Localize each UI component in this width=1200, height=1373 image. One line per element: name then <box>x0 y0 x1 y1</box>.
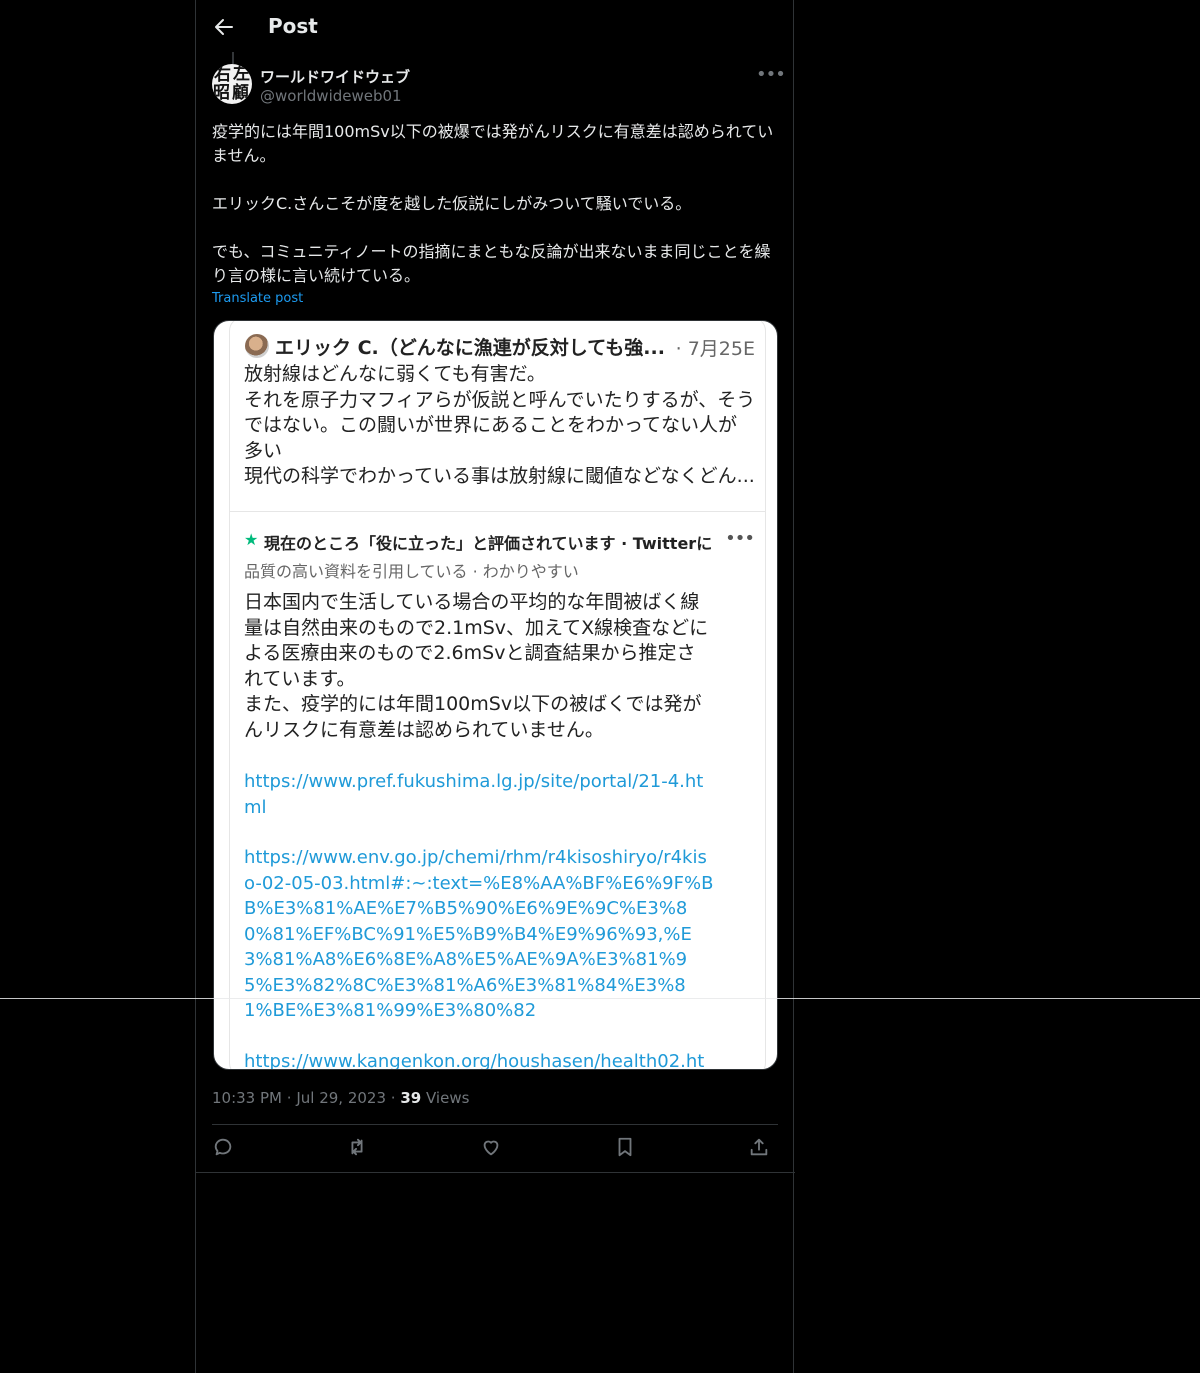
quoted-line: 放射線はどんなに弱くても有害だ。 <box>244 363 546 385</box>
note-link: https://www.env.go.jp/chemi/rhm/r4kisosh… <box>244 847 714 1021</box>
quoted-text: 放射線はどんなに弱くても有害だ。 それを原子力マフィアらが仮説と呼んでいたりする… <box>244 362 756 490</box>
note-links: https://www.pref.fukushima.lg.jp/site/po… <box>244 769 714 1070</box>
note-link: https://www.pref.fukushima.lg.jp/site/po… <box>244 771 704 818</box>
author-name[interactable]: ワールドワイドウェブ <box>260 66 410 87</box>
post-time[interactable]: 10:33 PM <box>212 1089 282 1107</box>
meta-separator: · <box>286 1089 292 1107</box>
main-column: Post 右 左 昭 顧 ワールドワイドウェブ @worldwideweb01 … <box>195 0 795 1373</box>
more-options-icon[interactable]: ••• <box>756 64 786 86</box>
reply-icon[interactable] <box>212 1136 238 1162</box>
bookmark-icon[interactable] <box>614 1136 640 1162</box>
note-status: 現在のところ「役に立った」と評価されています · Twitterに <box>264 534 713 553</box>
author-handle[interactable]: @worldwideweb01 <box>260 87 402 105</box>
post-text: 疫学的には年間100mSv以下の被爆では発がんリスクに有意差は認められていません… <box>212 120 778 288</box>
attached-image[interactable]: エリック C.（どんなに漁連が反対しても強... · 7月25E 放射線はどんな… <box>213 320 778 1070</box>
post-paragraph: 疫学的には年間100mSv以下の被爆では発がんリスクに有意差は認められていません… <box>212 122 774 165</box>
screenshot-frame: エリック C.（どんなに漁連が反対しても強... · 7月25E 放射線はどんな… <box>229 321 766 1070</box>
translate-post-link[interactable]: Translate post <box>212 291 303 306</box>
avatar-char: 左 <box>233 64 250 84</box>
views-label: Views <box>426 1089 470 1107</box>
views-count: 39 <box>400 1089 422 1107</box>
note-line: 日本国内で生活している場合の平均的な年間被ばく線量は自然由来のもので2.1mSv… <box>244 591 709 690</box>
quoted-header: エリック C.（どんなに漁連が反対しても強... · 7月25E <box>245 332 755 360</box>
avatar-char: 昭 <box>213 83 230 103</box>
note-line: また、疫学的には年間100mSv以下の被ばくでは発がんリスクに有意差は認められて… <box>244 693 702 741</box>
repost-icon[interactable] <box>346 1136 372 1162</box>
quoted-line: 現代の科学でわかっている事は放射線に閾値などなくどん... <box>244 465 755 487</box>
quoted-line: それを原子力マフィアらが仮説と呼んでいたりするが、そうではない。この闘いが世界に… <box>244 388 756 462</box>
note-text: 日本国内で生活している場合の平均的な年間被ばく線量は自然由来のもので2.1mSv… <box>244 590 714 743</box>
post-meta: 10:33 PM · Jul 29, 2023 · 39 Views <box>212 1089 469 1107</box>
page-title: Post <box>268 14 318 38</box>
more-options-icon: ••• <box>725 528 755 549</box>
divider <box>0 998 1200 999</box>
meta-separator: · <box>390 1089 396 1107</box>
divider <box>196 1172 795 1173</box>
top-bar: Post <box>196 0 795 54</box>
action-bar <box>212 1136 778 1162</box>
note-link: https://www.kangenkon.org/houshasen/heal… <box>244 1050 705 1070</box>
community-note-header: ★ 現在のところ「役に立った」と評価されています · Twitterに ••• <box>244 528 755 554</box>
avatar-char: 右 <box>214 65 231 85</box>
post-paragraph: でも、コミュニティノートの指摘にまともな反論が出来ないまま同じことを繰り言の様に… <box>212 242 771 285</box>
thread-line <box>232 52 234 64</box>
quoted-date: · 7月25E <box>675 338 755 360</box>
avatar[interactable]: 右 左 昭 顧 <box>212 64 252 104</box>
quoted-avatar <box>245 334 269 358</box>
note-tags: 品質の高い資料を引用している · わかりやすい <box>244 562 579 581</box>
avatar-char: 顧 <box>232 83 249 103</box>
share-icon[interactable] <box>748 1136 774 1162</box>
quoted-name: エリック C.（どんなに漁連が反対しても強... <box>275 337 665 359</box>
back-arrow-icon[interactable] <box>212 15 236 39</box>
star-icon: ★ <box>244 530 259 549</box>
divider <box>230 511 765 512</box>
divider <box>212 1124 778 1125</box>
post-date[interactable]: Jul 29, 2023 <box>296 1089 386 1107</box>
post-paragraph: エリックC.さんこそが度を越した仮説にしがみついて騒いでいる。 <box>212 194 692 213</box>
like-icon[interactable] <box>480 1136 506 1162</box>
